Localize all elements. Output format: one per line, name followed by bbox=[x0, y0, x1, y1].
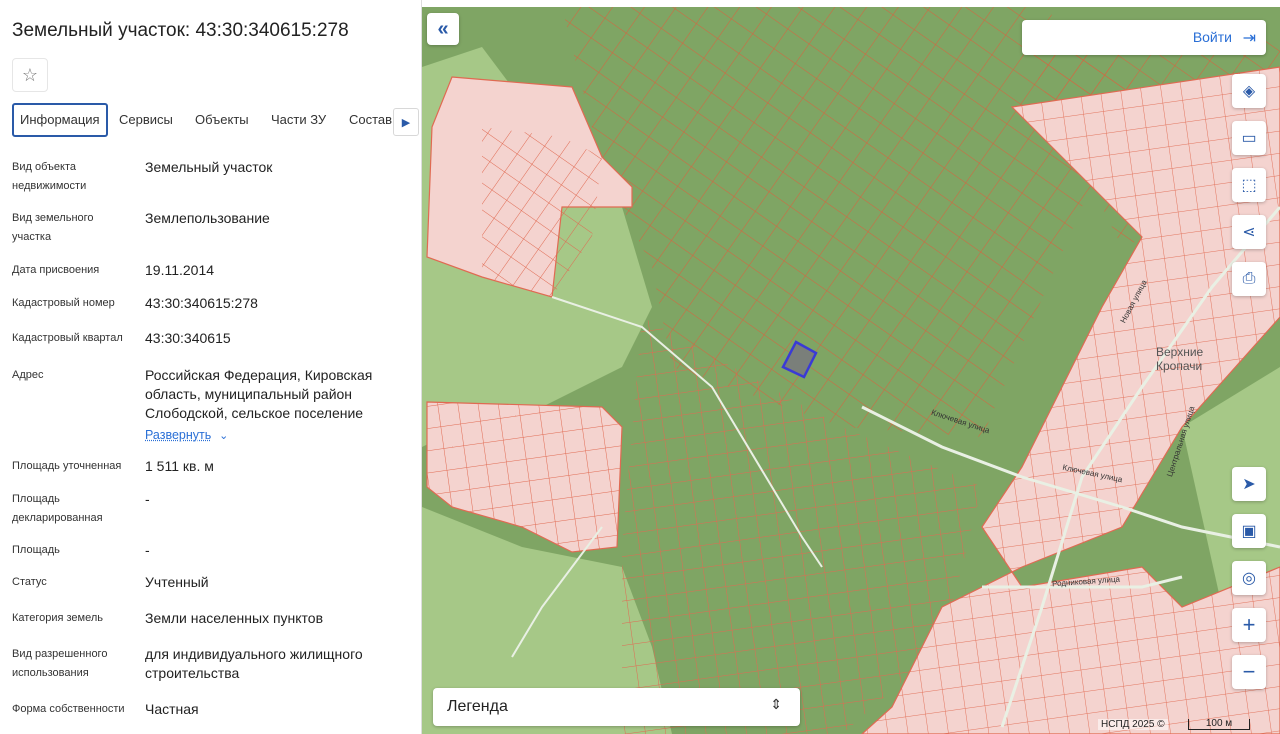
tab-objects[interactable]: Объекты bbox=[195, 103, 249, 137]
field-value: Земельный участок bbox=[145, 159, 273, 175]
collapse-panel-icon[interactable]: « bbox=[427, 13, 459, 45]
field-value: 43:30:340615 bbox=[145, 330, 231, 346]
field-label: Площадь декларированная bbox=[12, 493, 103, 524]
tabs-next-icon[interactable]: ▶ bbox=[393, 108, 419, 136]
geo-icon[interactable]: ◎ bbox=[1232, 561, 1266, 595]
tab-parts[interactable]: Части ЗУ bbox=[271, 103, 326, 137]
tab-information[interactable]: Информация bbox=[12, 103, 108, 137]
select-area-icon[interactable]: ⬚ bbox=[1232, 168, 1266, 202]
field-value: Частная bbox=[145, 701, 199, 717]
layers-icon[interactable]: ◈ bbox=[1232, 74, 1266, 108]
field-value: Землепользование bbox=[145, 210, 270, 226]
field-label: Вид разрешенного использования bbox=[12, 648, 108, 679]
field-value: Российская Федерация, Кировская область,… bbox=[145, 367, 373, 421]
login-button[interactable]: Войти ⇥ bbox=[1022, 20, 1266, 55]
field-label: Кадастровый квартал bbox=[12, 332, 123, 344]
field-value: Земли населенных пунктов bbox=[145, 610, 324, 626]
field-label: Статус bbox=[12, 576, 47, 588]
field-value: 43:30:340615:278 bbox=[145, 295, 258, 311]
field-value: 1 511 кв. м bbox=[145, 458, 214, 474]
field-value: 19.11.2014 bbox=[145, 262, 215, 278]
login-icon: ⇥ bbox=[1242, 30, 1256, 47]
locate-icon[interactable]: ➤ bbox=[1232, 467, 1266, 501]
tab-bar: Информация Сервисы Объекты Части ЗУ Сост… bbox=[12, 103, 420, 137]
favorite-star-icon[interactable]: ☆ bbox=[12, 58, 48, 92]
login-label: Войти bbox=[1192, 29, 1232, 45]
field-label: Форма собственности bbox=[12, 703, 125, 715]
share-icon[interactable]: ⋖ bbox=[1232, 215, 1266, 249]
field-value: - bbox=[145, 542, 150, 558]
chevron-updown-icon: ⇕ bbox=[770, 696, 782, 712]
field-value: для индивидуального жилищного строительс… bbox=[145, 646, 363, 681]
field-label: Площадь bbox=[12, 544, 60, 556]
chevron-down-icon[interactable]: ⌄ bbox=[219, 430, 228, 442]
field-label: Вид объекта недвижимости bbox=[12, 161, 87, 192]
field-label: Дата присвоения bbox=[12, 264, 100, 276]
zoom-in-icon[interactable]: + bbox=[1232, 608, 1266, 642]
minimap-icon[interactable]: ▣ bbox=[1232, 514, 1266, 548]
ruler-icon[interactable]: ▭ bbox=[1232, 121, 1266, 155]
map-graphics bbox=[422, 7, 1280, 734]
field-label: Адрес bbox=[12, 369, 44, 381]
copyright: НСПД 2025 © bbox=[1098, 719, 1168, 730]
map-canvas[interactable]: Ключевая улица Ключевая улица Новая улиц… bbox=[422, 7, 1280, 734]
tab-services[interactable]: Сервисы bbox=[119, 103, 173, 137]
field-value: Учтенный bbox=[145, 574, 209, 590]
field-label: Вид земельного участка bbox=[12, 212, 94, 243]
field-value: - bbox=[145, 491, 150, 507]
field-label: Категория земель bbox=[12, 612, 103, 624]
field-label: Площадь уточненная bbox=[12, 460, 122, 472]
page-title: Земельный участок: 43:30:340615:278 bbox=[12, 20, 349, 41]
tab-composition[interactable]: Состав bbox=[349, 103, 392, 137]
expand-wrap: Развернуть ⌄ bbox=[145, 425, 395, 446]
expand-link[interactable]: Развернуть bbox=[145, 428, 211, 442]
place-label: Верхние Кропачи bbox=[1156, 345, 1204, 373]
field-label: Кадастровый номер bbox=[12, 297, 115, 309]
info-panel: Земельный участок: 43:30:340615:278 ☆ Ин… bbox=[0, 0, 422, 734]
print-icon[interactable]: ⎙ bbox=[1232, 262, 1266, 296]
zoom-out-icon[interactable]: − bbox=[1232, 655, 1266, 689]
scale-bar: 100 м bbox=[1188, 719, 1250, 730]
legend-dropdown[interactable]: Легенда ⇕ bbox=[433, 688, 800, 726]
legend-label: Легенда bbox=[447, 698, 508, 715]
